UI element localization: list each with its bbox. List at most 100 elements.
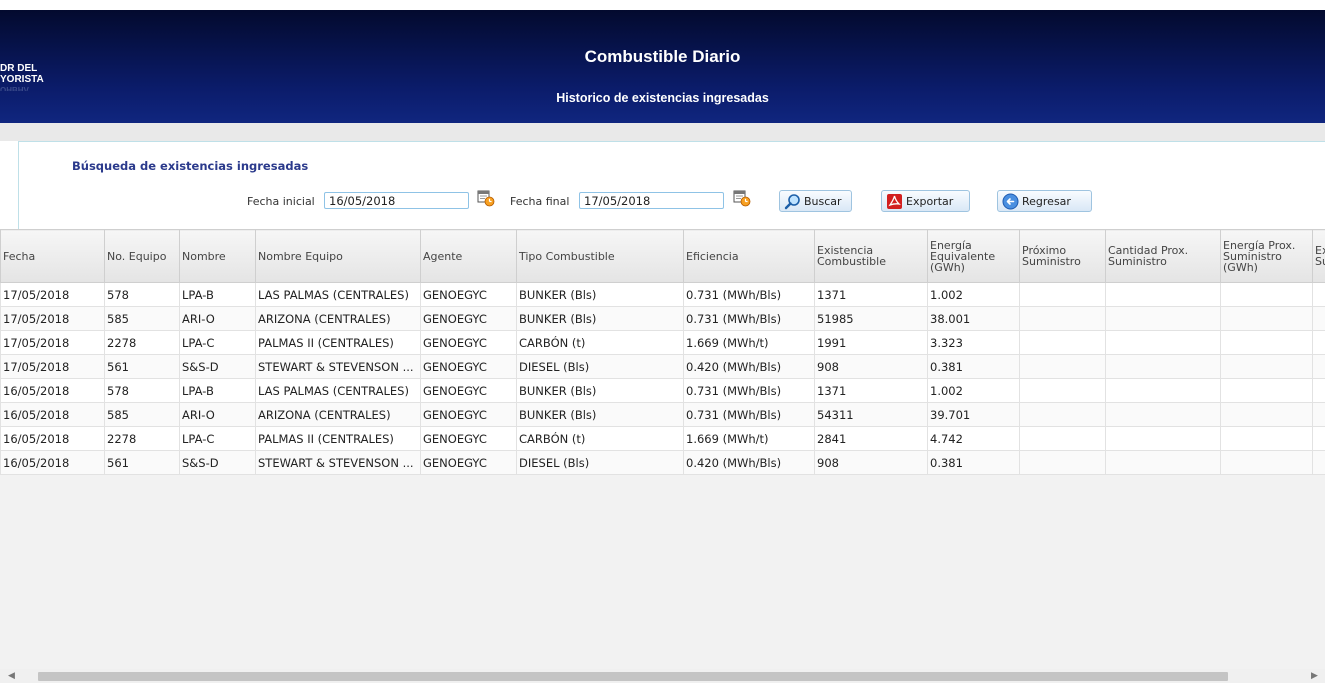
table-cell bbox=[1105, 450, 1221, 475]
regresar-button[interactable]: Regresar bbox=[997, 190, 1092, 212]
table-cell: 0.420 (MWh/Bls) bbox=[683, 450, 815, 475]
column-header[interactable]: Próximo Suministro bbox=[1019, 229, 1106, 283]
table-cell: 0.731 (MWh/Bls) bbox=[683, 402, 815, 427]
table-cell: PALMAS II (CENTRALES) bbox=[255, 330, 421, 355]
table-cell: 0.381 bbox=[927, 354, 1020, 379]
results-grid: Fecha No. Equipo Nombre Nombre Equipo Ag… bbox=[0, 229, 1325, 669]
table-row[interactable]: 16/05/2018 585 ARI-O ARIZONA (CENTRALES) GEN… bbox=[0, 402, 1325, 427]
table-cell bbox=[1312, 450, 1325, 475]
fecha-final-label: Fecha final bbox=[510, 195, 570, 208]
company-logo: DR DEL YORISTA OHBHV bbox=[0, 63, 70, 91]
fecha-inicial-input[interactable] bbox=[324, 192, 469, 209]
table-cell: S&S-D bbox=[179, 450, 256, 475]
table-cell bbox=[1312, 306, 1325, 331]
table-body: 17/05/2018 578 LPA-B LAS PALMAS (CENTRALES)… bbox=[0, 282, 1325, 475]
column-header[interactable]: Tipo Combustible bbox=[516, 229, 684, 283]
table-cell bbox=[1019, 330, 1106, 355]
table-row[interactable]: 16/05/2018 561 S&S-D STEWART & STEVENSON ..… bbox=[0, 450, 1325, 475]
column-header[interactable]: Fecha bbox=[0, 229, 105, 283]
table-cell: GENOEGYC bbox=[420, 354, 517, 379]
exportar-button[interactable]: Exportar bbox=[881, 190, 970, 212]
table-cell bbox=[1312, 282, 1325, 307]
scroll-right-icon[interactable]: ▶ bbox=[1311, 671, 1318, 681]
table-row[interactable]: 16/05/2018 578 LPA-B LAS PALMAS (CENTRALES)… bbox=[0, 378, 1325, 403]
fecha-final-input[interactable] bbox=[579, 192, 724, 209]
table-cell: 585 bbox=[104, 306, 180, 331]
table-cell: GENOEGYC bbox=[420, 330, 517, 355]
table-cell: 2278 bbox=[104, 330, 180, 355]
table-cell: ARI-O bbox=[179, 402, 256, 427]
column-header[interactable]: Eficiencia bbox=[683, 229, 815, 283]
table-cell bbox=[1220, 426, 1313, 451]
table-row[interactable]: 16/05/2018 2278 LPA-C PALMAS II (CENTRALES)… bbox=[0, 426, 1325, 451]
column-header[interactable]: Nombre bbox=[179, 229, 256, 283]
table-cell bbox=[1312, 426, 1325, 451]
table-cell: BUNKER (Bls) bbox=[516, 402, 684, 427]
table-cell: 1.669 (MWh/t) bbox=[683, 330, 815, 355]
table-row[interactable]: 17/05/2018 2278 LPA-C PALMAS II (CENTRALES)… bbox=[0, 330, 1325, 355]
column-header[interactable]: Existencia Combustible bbox=[814, 229, 928, 283]
table-cell: LAS PALMAS (CENTRALES) bbox=[255, 378, 421, 403]
table-cell: 0.731 (MWh/Bls) bbox=[683, 378, 815, 403]
table-cell bbox=[1019, 378, 1106, 403]
magnifier-icon bbox=[784, 193, 801, 210]
table-cell: 39.701 bbox=[927, 402, 1020, 427]
column-header[interactable]: Nombre Equipo bbox=[255, 229, 421, 283]
table-cell: 2278 bbox=[104, 426, 180, 451]
table-cell: LPA-C bbox=[179, 426, 256, 451]
calendar-clock-icon[interactable] bbox=[477, 189, 495, 207]
calendar-clock-icon[interactable] bbox=[733, 189, 751, 207]
table-row[interactable]: 17/05/2018 561 S&S-D STEWART & STEVENSON ..… bbox=[0, 354, 1325, 379]
table-cell bbox=[1019, 282, 1106, 307]
table-cell: PALMAS II (CENTRALES) bbox=[255, 426, 421, 451]
scroll-left-icon[interactable]: ◀ bbox=[8, 671, 15, 681]
table-row[interactable]: 17/05/2018 585 ARI-O ARIZONA (CENTRALES) GEN… bbox=[0, 306, 1325, 331]
column-header[interactable]: Ex Su bbox=[1312, 229, 1325, 283]
pdf-icon bbox=[886, 193, 903, 210]
table-cell: ARI-O bbox=[179, 306, 256, 331]
table-cell bbox=[1220, 354, 1313, 379]
regresar-button-label: Regresar bbox=[1022, 194, 1071, 208]
scrollbar-thumb[interactable] bbox=[38, 672, 1228, 681]
table-cell: BUNKER (Bls) bbox=[516, 306, 684, 331]
table-cell: 561 bbox=[104, 354, 180, 379]
table-cell bbox=[1220, 306, 1313, 331]
table-cell: 17/05/2018 bbox=[0, 354, 105, 379]
table-cell bbox=[1105, 378, 1221, 403]
table-cell: 908 bbox=[814, 354, 928, 379]
table-cell: 1991 bbox=[814, 330, 928, 355]
page-title: Combustible Diario bbox=[584, 47, 741, 66]
table-row[interactable]: 17/05/2018 578 LPA-B LAS PALMAS (CENTRALES)… bbox=[0, 282, 1325, 307]
table-cell bbox=[1105, 306, 1221, 331]
table-cell bbox=[1105, 330, 1221, 355]
table-cell: 585 bbox=[104, 402, 180, 427]
table-cell bbox=[1019, 402, 1106, 427]
column-header[interactable]: Energía Equivalente (GWh) bbox=[927, 229, 1020, 283]
column-header[interactable]: Cantidad Prox. Suministro bbox=[1105, 229, 1221, 283]
app-header: DR DEL YORISTA OHBHV Combustible Diario … bbox=[0, 10, 1325, 123]
table-cell: 17/05/2018 bbox=[0, 330, 105, 355]
table-cell: 578 bbox=[104, 378, 180, 403]
column-header[interactable]: Energía Prox. Suministro (GWh) bbox=[1220, 229, 1313, 283]
fecha-inicial-label: Fecha inicial bbox=[247, 195, 315, 208]
table-cell: S&S-D bbox=[179, 354, 256, 379]
table-cell: GENOEGYC bbox=[420, 402, 517, 427]
table-cell: 16/05/2018 bbox=[0, 426, 105, 451]
buscar-button[interactable]: Buscar bbox=[779, 190, 852, 212]
table-cell: STEWART & STEVENSON ... bbox=[255, 354, 421, 379]
exportar-button-label: Exportar bbox=[906, 194, 954, 208]
table-cell bbox=[1220, 402, 1313, 427]
table-cell bbox=[1312, 402, 1325, 427]
column-header[interactable]: Agente bbox=[420, 229, 517, 283]
horizontal-scrollbar[interactable]: ◀ ▶ bbox=[0, 669, 1325, 683]
table-cell: LPA-C bbox=[179, 330, 256, 355]
table-cell: 1371 bbox=[814, 282, 928, 307]
table-cell bbox=[1105, 354, 1221, 379]
table-header-row: Fecha No. Equipo Nombre Nombre Equipo Ag… bbox=[0, 229, 1325, 283]
table-cell bbox=[1220, 378, 1313, 403]
column-header[interactable]: No. Equipo bbox=[104, 229, 180, 283]
table-cell: 0.420 (MWh/Bls) bbox=[683, 354, 815, 379]
table-cell: STEWART & STEVENSON ... bbox=[255, 450, 421, 475]
table-cell: ARIZONA (CENTRALES) bbox=[255, 306, 421, 331]
table-cell: 16/05/2018 bbox=[0, 402, 105, 427]
